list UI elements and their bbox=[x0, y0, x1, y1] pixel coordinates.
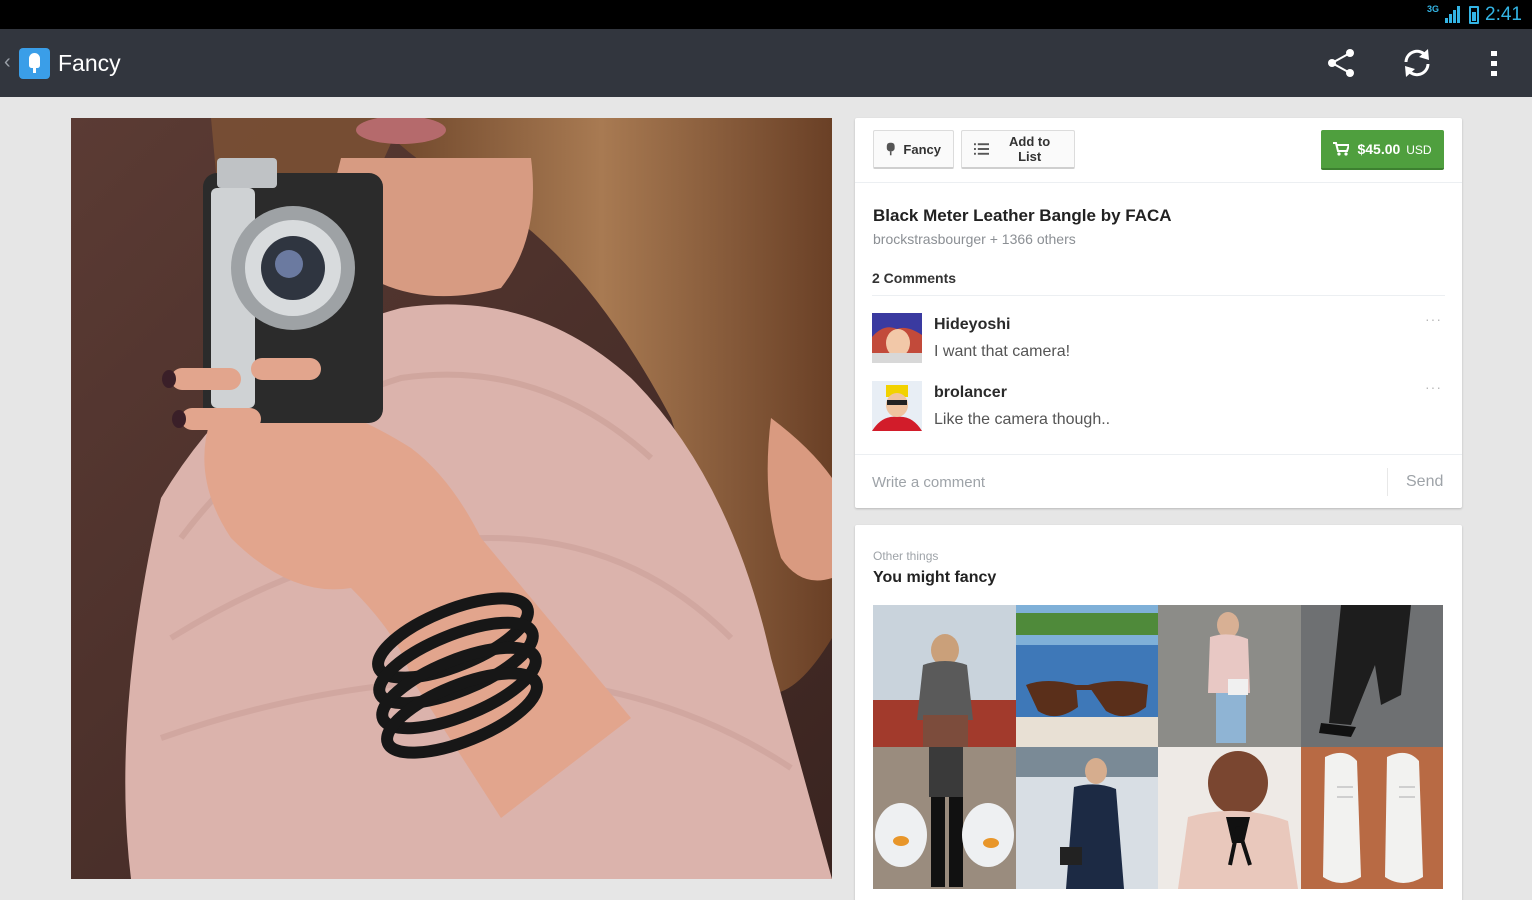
related-kicker: Other things bbox=[873, 549, 939, 563]
add-to-list-button[interactable]: Add to List bbox=[961, 130, 1075, 169]
overflow-menu-icon[interactable] bbox=[1476, 45, 1512, 81]
avatar[interactable] bbox=[872, 381, 922, 431]
related-items-card: Other things You might fancy bbox=[855, 525, 1462, 900]
product-photo-illustration bbox=[71, 118, 832, 879]
up-chevron-icon[interactable]: ‹ bbox=[4, 51, 11, 74]
comment-input[interactable] bbox=[872, 468, 1372, 496]
battery-icon bbox=[1469, 6, 1480, 24]
app-title: Fancy bbox=[58, 50, 121, 76]
comment-more-icon[interactable]: ··· bbox=[1425, 379, 1442, 395]
refresh-icon[interactable] bbox=[1399, 45, 1435, 81]
network-type: 3G bbox=[1427, 4, 1440, 14]
action-bar: ‹ Fancy bbox=[0, 29, 1532, 97]
cart-icon bbox=[1333, 142, 1350, 156]
related-thumbnail[interactable] bbox=[1158, 605, 1301, 747]
divider bbox=[855, 454, 1462, 455]
comment-username[interactable]: Hideyoshi bbox=[934, 316, 1010, 334]
related-title: You might fancy bbox=[873, 569, 997, 586]
signal-icon bbox=[1445, 6, 1463, 24]
comment-item: Hideyoshi I want that camera! ··· bbox=[872, 311, 1444, 373]
related-thumbnail[interactable] bbox=[1015, 747, 1158, 889]
related-thumbnail[interactable] bbox=[873, 747, 1016, 889]
status-bar: 3G 2:41 bbox=[0, 0, 1532, 29]
divider bbox=[872, 295, 1445, 296]
status-indicators: 3G 2:41 bbox=[1427, 3, 1522, 27]
comments-header: 2 Comments bbox=[872, 270, 957, 286]
divider bbox=[855, 182, 1462, 183]
related-grid bbox=[873, 605, 1443, 889]
product-photo[interactable] bbox=[71, 118, 832, 879]
related-thumbnail[interactable] bbox=[1158, 747, 1301, 889]
related-thumbnail[interactable] bbox=[1300, 747, 1443, 889]
product-title[interactable]: Black Meter Leather Bangle by FACA bbox=[873, 206, 1172, 226]
fancy-button[interactable]: Fancy bbox=[873, 130, 954, 169]
fancy-logo-icon[interactable] bbox=[19, 48, 50, 79]
price-currency: USD bbox=[1406, 143, 1432, 157]
comment-text: Like the camera though.. bbox=[934, 411, 1111, 428]
related-thumbnail[interactable] bbox=[873, 605, 1016, 747]
popsicle-icon bbox=[886, 142, 895, 156]
comment-item: brolancer Like the camera though.. ··· bbox=[872, 379, 1444, 441]
clock: 2:41 bbox=[1485, 4, 1522, 25]
list-icon bbox=[974, 143, 990, 155]
price-value: $45.00 bbox=[1357, 141, 1401, 157]
avatar[interactable] bbox=[872, 313, 922, 363]
product-details-card: Fancy Add to List $45.00 USD Black Meter… bbox=[855, 118, 1462, 508]
fancied-by-text[interactable]: brockstrasbourger + 1366 others bbox=[873, 231, 1076, 247]
comment-username[interactable]: brolancer bbox=[934, 384, 1007, 402]
comment-more-icon[interactable]: ··· bbox=[1425, 311, 1442, 327]
add-to-list-label: Add to List bbox=[1009, 134, 1051, 164]
send-button[interactable]: Send bbox=[1406, 473, 1443, 491]
comment-text: I want that camera! bbox=[934, 343, 1071, 360]
fancy-button-label: Fancy bbox=[903, 141, 941, 157]
divider bbox=[1387, 468, 1388, 496]
related-thumbnail[interactable] bbox=[1300, 605, 1443, 747]
share-icon[interactable] bbox=[1323, 45, 1359, 81]
related-thumbnail[interactable] bbox=[1015, 605, 1158, 747]
buy-price-button[interactable]: $45.00 USD bbox=[1321, 130, 1444, 170]
